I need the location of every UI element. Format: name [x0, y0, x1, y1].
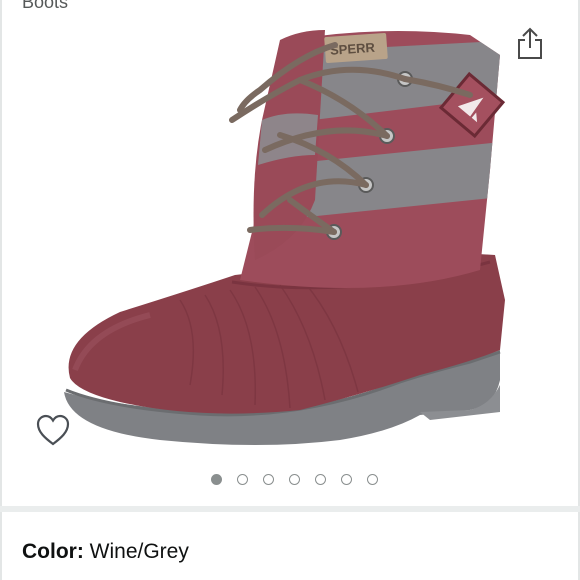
- carousel-dot-6[interactable]: [340, 474, 352, 485]
- carousel-dot-3[interactable]: [262, 474, 274, 485]
- wishlist-button[interactable]: [33, 410, 73, 450]
- carousel-dot-4[interactable]: [288, 474, 300, 485]
- share-icon: [518, 27, 542, 59]
- section-divider: [0, 506, 580, 512]
- product-image[interactable]: SPERR: [40, 0, 540, 470]
- image-carousel-dots: [0, 474, 580, 490]
- breadcrumb[interactable]: Boots: [22, 0, 68, 11]
- color-value: Wine/Grey: [89, 540, 189, 563]
- heart-outline-icon: [36, 414, 70, 446]
- color-label: Color:: [22, 540, 84, 563]
- carousel-dot-1[interactable]: [210, 474, 222, 485]
- share-button[interactable]: [512, 24, 548, 62]
- product-image-gallery[interactable]: SPERR: [0, 0, 580, 505]
- color-variation: Color: Wine/Grey: [22, 538, 189, 566]
- svg-text:SPERR: SPERR: [330, 40, 376, 58]
- carousel-dot-5[interactable]: [314, 474, 326, 485]
- carousel-dot-7[interactable]: [366, 474, 378, 485]
- carousel-dot-2[interactable]: [236, 474, 248, 485]
